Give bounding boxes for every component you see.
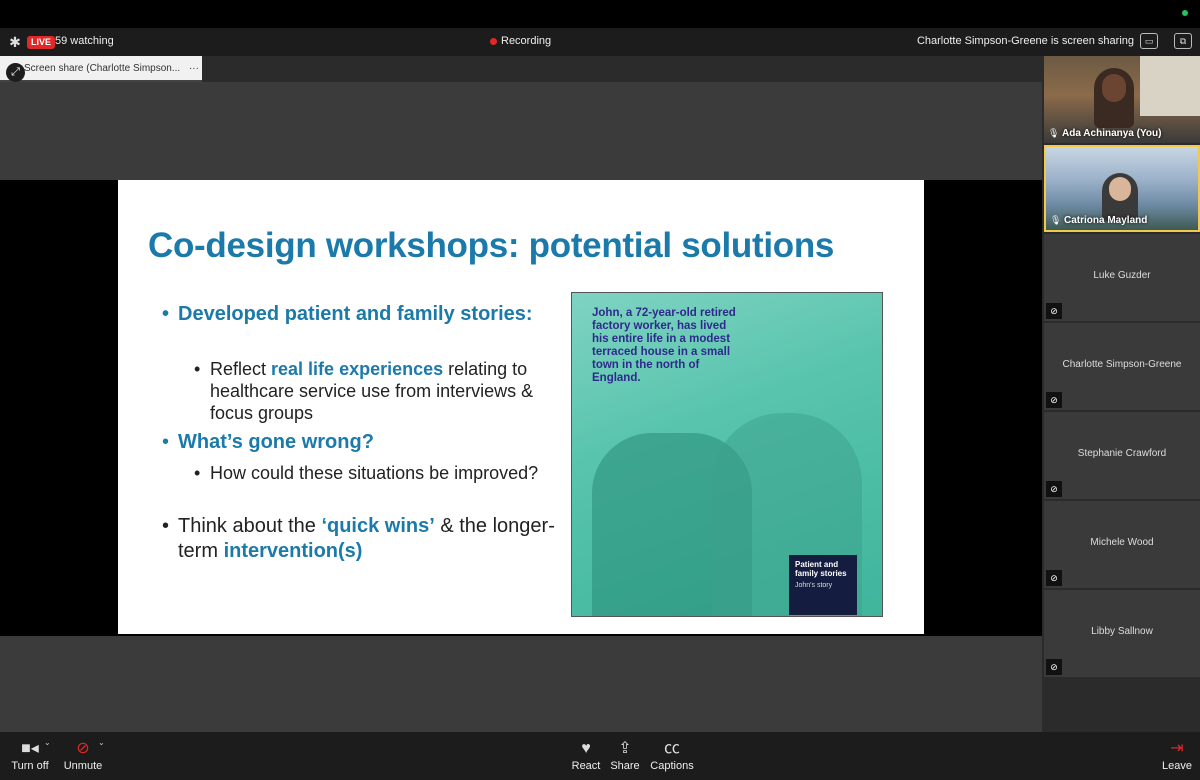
mic-muted-icon: ⊘ <box>1046 481 1062 497</box>
participant-name: Michele Wood <box>1090 537 1154 548</box>
recording-label: Recording <box>501 35 552 47</box>
slide-title: Co-design workshops: potential solutions <box>148 226 835 265</box>
bullet-dot: • <box>162 303 170 325</box>
participant-tile-luke[interactable]: Luke Guzder ⊘ <box>1044 234 1200 321</box>
share-tab-bar: Screen share (Charlotte Simpson... ··· <box>0 56 1042 82</box>
story-cover-image: John, a 72-year-old retired factory work… <box>571 292 883 617</box>
background-window <box>1140 56 1200 116</box>
captions-button[interactable]: ㏄ Captions <box>650 738 694 772</box>
participant-name: Charlotte Simpson-Greene <box>1062 359 1182 370</box>
share-label: Share <box>610 760 640 772</box>
mic-muted-icon: ⊘ <box>1046 659 1062 675</box>
story-tag-title: Patient and family stories <box>795 560 847 578</box>
participants-panel: 🎙 Ada Achinanya (You) 🎙 Catriona Mayland… <box>1042 56 1200 732</box>
leave-icon: ⇥ <box>1170 740 1184 757</box>
bullet-dot: • <box>162 515 170 537</box>
screen-share-tab[interactable]: Screen share (Charlotte Simpson... ··· <box>0 56 202 82</box>
bullet-dot: • <box>194 463 201 483</box>
participant-tile-michele[interactable]: Michele Wood ⊘ <box>1044 501 1200 588</box>
mic-muted-icon: ⊘ <box>1046 392 1062 408</box>
audio-options-chevron-icon[interactable]: ⌄ <box>98 738 105 747</box>
person-face <box>1109 177 1131 201</box>
screen-share-icon[interactable]: ▭ <box>1140 33 1158 49</box>
story-tag-subtitle: John's story <box>795 582 833 589</box>
recording-dot-icon <box>490 37 497 45</box>
system-status-strip <box>0 0 1200 28</box>
participant-name: Libby Sallnow <box>1091 626 1153 637</box>
bullet-quick-wins: • Think about the ‘quick wins’ & the lon… <box>162 514 578 564</box>
participant-tile-charlotte[interactable]: Charlotte Simpson-Greene ⊘ <box>1044 323 1200 410</box>
bullet-highlight-intervention: intervention(s) <box>223 540 363 562</box>
person-face <box>1102 74 1126 102</box>
bullet-highlight: real life experiences <box>271 359 444 379</box>
gear-icon[interactable]: ✱ <box>7 34 23 50</box>
meeting-info-bar: ✱ LIVE 59 watching Recording Charlotte S… <box>0 28 1200 56</box>
bullet-text: How could these situations be improved? <box>210 463 539 483</box>
participant-tile-stephanie[interactable]: Stephanie Crawford ⊘ <box>1044 412 1200 499</box>
share-button[interactable]: ⇪ Share <box>610 738 640 772</box>
mic-muted-icon: 🎙 <box>1048 128 1060 138</box>
presentation-slide: Co-design workshops: potential solutions… <box>118 180 924 634</box>
participant-tile-catriona[interactable]: 🎙 Catriona Mayland <box>1044 145 1200 232</box>
share-screen-icon: ⇪ <box>618 740 632 757</box>
unmute-label: Unmute <box>63 760 103 772</box>
story-title-box: Patient and family stories John's story <box>789 555 857 615</box>
expand-icon[interactable]: ⤢ <box>6 63 25 82</box>
more-options-icon[interactable]: ··· <box>189 63 199 74</box>
participant-tile-ada[interactable]: 🎙 Ada Achinanya (You) <box>1044 56 1200 143</box>
mic-muted-icon: ⊘ <box>1046 570 1062 586</box>
participant-name: Stephanie Crawford <box>1077 448 1167 459</box>
meeting-window: ✱ LIVE 59 watching Recording Charlotte S… <box>0 0 1200 780</box>
viewer-count: 59 watching <box>55 35 114 47</box>
mic-icon: 🎙 <box>1050 215 1062 225</box>
bullet-text-pre: Think about the <box>178 515 322 537</box>
sub-bullet-improved: • How could these situations be improved… <box>194 462 550 484</box>
bullet-highlight-quick-wins: ‘quick wins’ <box>321 515 435 537</box>
video-toggle-label: Turn off <box>11 760 49 772</box>
camera-indicator-dot <box>1182 10 1188 16</box>
screen-share-tab-label: Screen share (Charlotte Simpson... <box>24 63 181 74</box>
mic-muted-icon: ⊘ <box>1046 303 1062 319</box>
story-intro-text: John, a 72-year-old retired factory work… <box>592 307 736 384</box>
bullet-whats-gone-wrong: • What’s gone wrong? <box>162 430 558 455</box>
bullet-text: What’s gone wrong? <box>178 431 374 453</box>
bullet-dot: • <box>194 359 201 379</box>
recording-indicator: Recording <box>490 35 551 47</box>
meeting-controls-bar: ■◂ Turn off ⌄ ⊘ Unmute ⌄ ♥ React ⇪ Share… <box>0 732 1200 780</box>
sub-bullet-real-life: • Reflect real life experiences relating… <box>194 358 570 424</box>
bullet-text: Developed patient and family stories: <box>178 303 533 325</box>
react-button[interactable]: ♥ React <box>570 738 602 772</box>
captions-label: Captions <box>650 760 694 772</box>
participant-name: Catriona Mayland <box>1064 215 1148 226</box>
layout-switch-icon[interactable]: ⧉ <box>1174 33 1192 49</box>
live-badge: LIVE <box>27 36 56 49</box>
leave-label: Leave <box>1162 760 1192 772</box>
captions-icon: ㏄ <box>663 740 680 757</box>
participant-name: Ada Achinanya (You) <box>1062 128 1162 139</box>
react-label: React <box>571 760 601 772</box>
bullet-developed-stories: • Developed patient and family stories: <box>162 302 558 327</box>
bullet-dot: • <box>162 431 170 453</box>
participant-tile-libby[interactable]: Libby Sallnow ⊘ <box>1044 590 1200 677</box>
heart-plus-icon: ♥ <box>581 740 591 757</box>
bullet-text-pre: Reflect <box>210 359 272 379</box>
video-options-chevron-icon[interactable]: ⌄ <box>44 738 51 747</box>
participant-name: Luke Guzder <box>1093 270 1151 281</box>
leave-button[interactable]: ⇥ Leave <box>1160 738 1194 772</box>
screen-sharing-notice: Charlotte Simpson-Greene is screen shari… <box>916 35 1134 47</box>
